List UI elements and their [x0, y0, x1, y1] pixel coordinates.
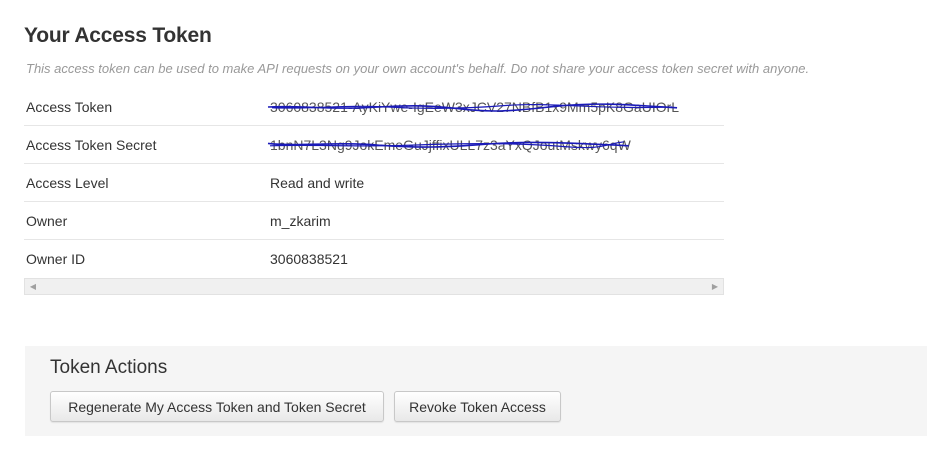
horizontal-scrollbar[interactable]: ◀ ▶ — [24, 278, 724, 295]
page-title: Your Access Token — [24, 24, 212, 47]
owner-id-label: Owner ID — [26, 251, 86, 267]
owner-label: Owner — [26, 212, 68, 229]
right-arrow-icon[interactable]: ▶ — [710, 282, 720, 292]
table-row: Access Token Secret 1bnN7L3Ng9JokEmeGuJj… — [24, 126, 724, 164]
token-actions-panel: Token Actions Regenerate My Access Token… — [25, 346, 927, 436]
access-token-label: Access Token — [26, 98, 113, 115]
page-subtitle: This access token can be used to make AP… — [26, 61, 810, 76]
table-row: Owner m_zkarim — [24, 202, 724, 240]
left-arrow-icon[interactable]: ◀ — [28, 282, 38, 292]
table-row: Access Token 3060838521-AyKiYwe-IgEeW3xJ… — [24, 88, 724, 126]
access-level-value: Read and write — [270, 174, 365, 191]
token-actions-title: Token Actions — [50, 357, 168, 378]
access-token-text: 3060838521-AyKiYwe-IgEeW3xJCV27NBfB1x9Mm… — [270, 98, 680, 115]
access-token-secret-text: 1bnN7L3Ng9JokEmeGuJjffixULL7z3aYxQJoutMs… — [270, 136, 631, 153]
access-token-value[interactable]: 3060838521-AyKiYwe-IgEeW3xJCV27NBfB1x9Mm… — [267, 98, 680, 115]
access-token-secret-label: Access Token Secret — [26, 136, 157, 153]
regenerate-token-button[interactable]: Regenerate My Access Token and Token Sec… — [50, 391, 384, 422]
owner-value: m_zkarim — [270, 212, 331, 229]
table-row: Access Level Read and write — [24, 164, 724, 202]
revoke-token-button[interactable]: Revoke Token Access — [394, 391, 561, 422]
table-row: Owner ID 3060838521 — [24, 240, 724, 278]
access-level-label: Access Level — [26, 174, 109, 191]
owner-id-value: 3060838521 — [270, 251, 348, 267]
access-token-secret-value[interactable]: 1bnN7L3Ng9JokEmeGuJjffixULL7z3aYxQJoutMs… — [267, 136, 631, 153]
token-details-table: Access Token 3060838521-AyKiYwe-IgEeW3xJ… — [24, 88, 724, 278]
